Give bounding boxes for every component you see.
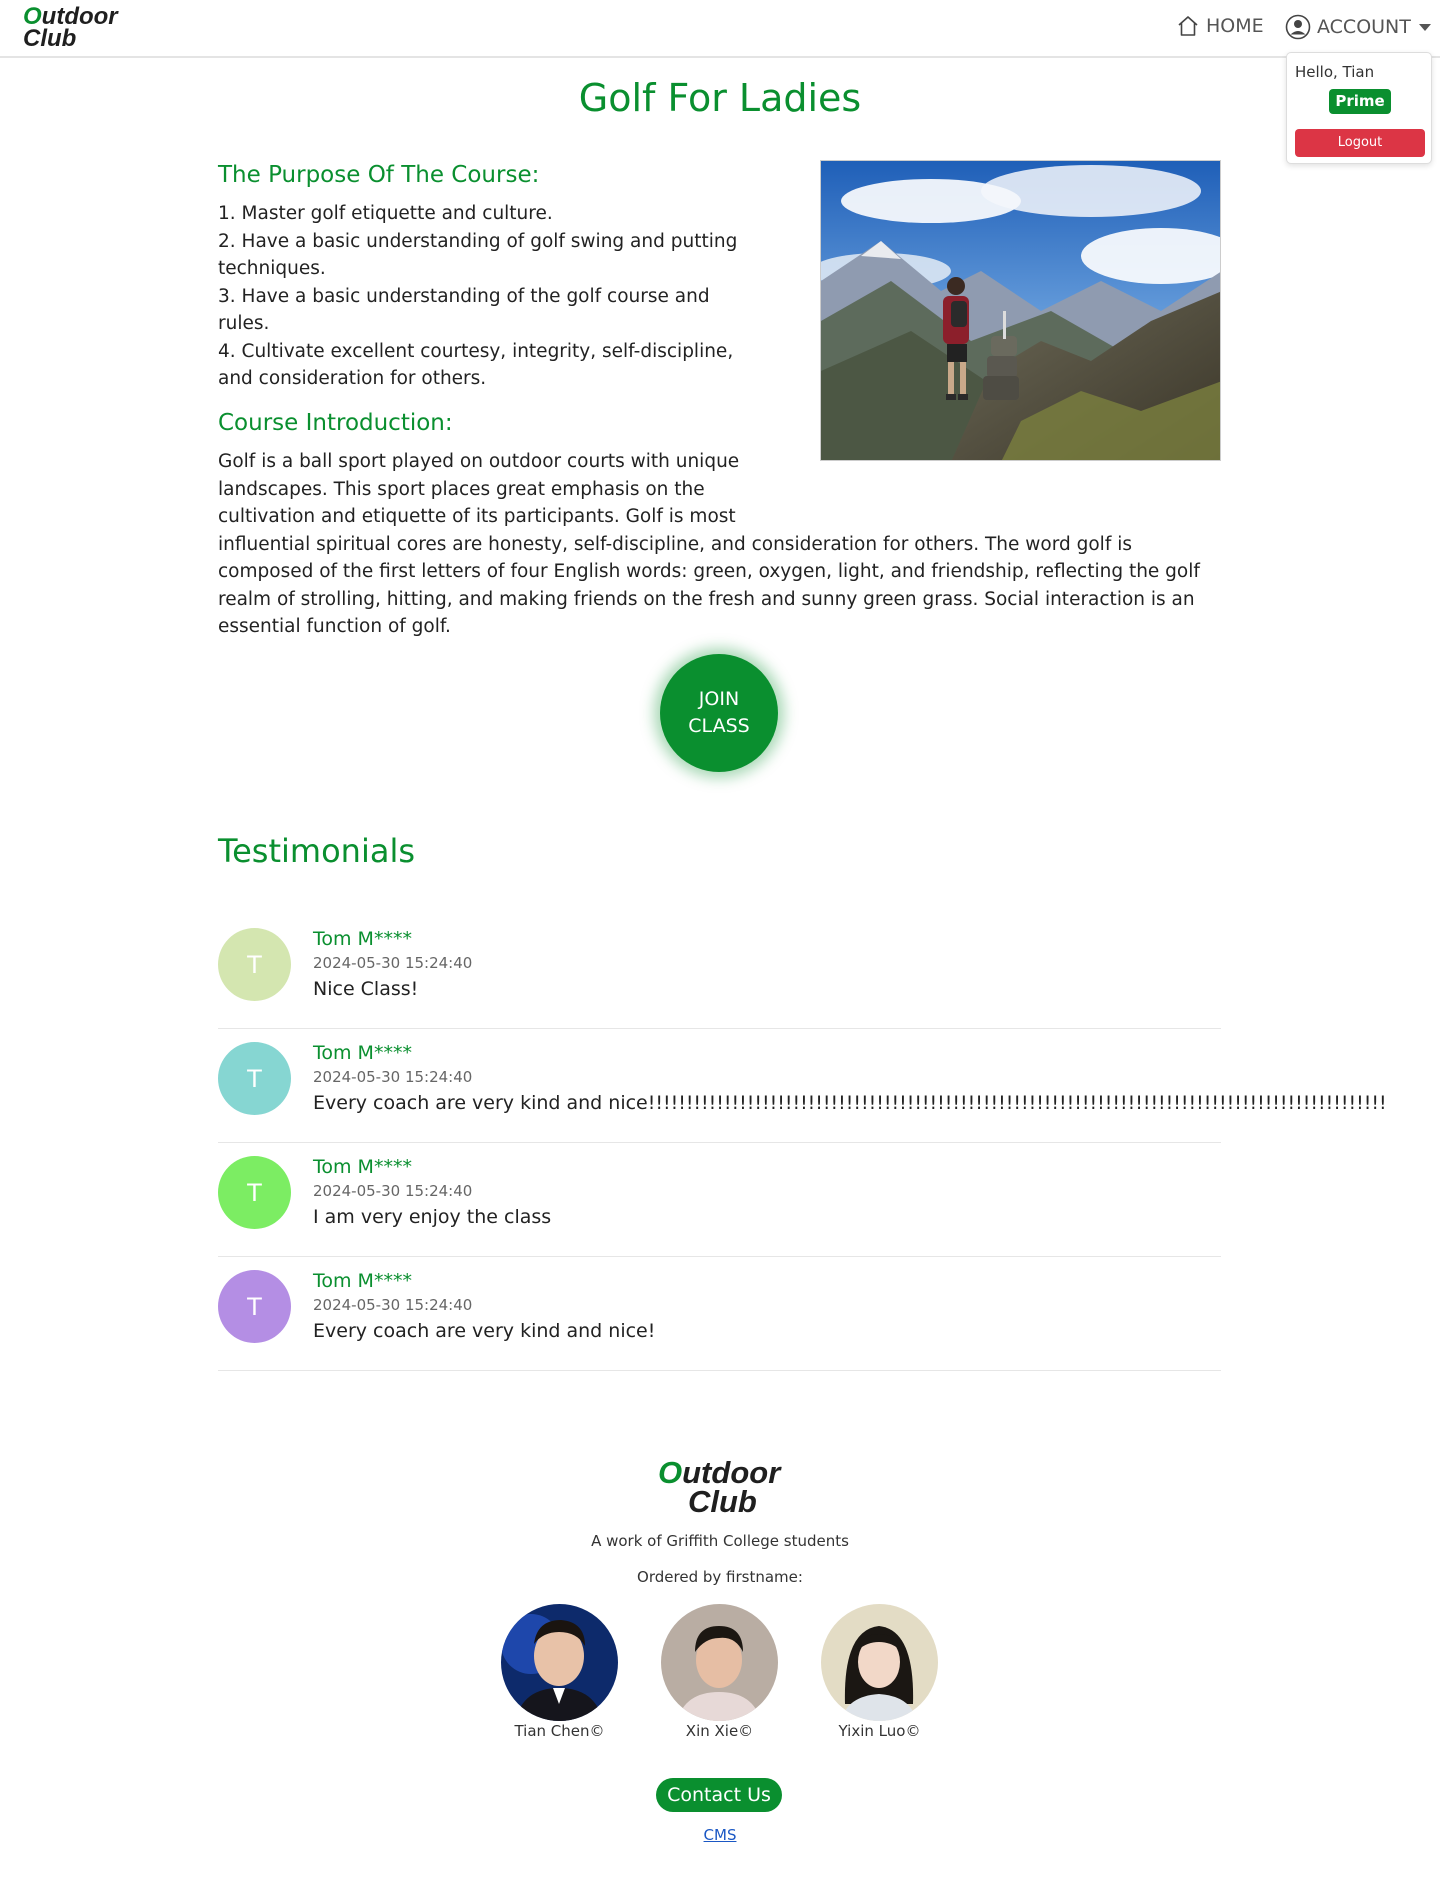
review-text: I am very enjoy the class xyxy=(313,1206,552,1228)
join-button-line2: CLASS xyxy=(688,715,750,737)
review-date: 2024-05-30 15:24:40 xyxy=(313,1182,473,1200)
footer-logo-line2-text: Club xyxy=(688,1484,757,1519)
reviewer-avatar: T xyxy=(218,1042,291,1115)
review-date: 2024-05-30 15:24:40 xyxy=(313,1296,473,1314)
team-member: Tian Chen© xyxy=(501,1604,618,1740)
caret-down-icon xyxy=(1418,23,1431,31)
contact-us-button[interactable]: Contact Us xyxy=(656,1778,782,1812)
join-class-button[interactable]: JOIN CLASS xyxy=(660,654,778,772)
member-name: Yixin Luo© xyxy=(838,1722,921,1740)
join-button-line1: JOIN xyxy=(698,688,740,710)
member-photo xyxy=(501,1604,618,1721)
reviewer-avatar: T xyxy=(218,1270,291,1343)
reviewer-avatar: T xyxy=(218,1156,291,1229)
review-date: 2024-05-30 15:24:40 xyxy=(313,1068,473,1086)
member-photo xyxy=(661,1604,778,1721)
member-name: Xin Xie© xyxy=(685,1722,754,1740)
introduction-heading: Course Introduction: xyxy=(218,410,453,436)
member-photo xyxy=(821,1604,938,1721)
user-circle-icon xyxy=(1285,14,1311,40)
team-member: Yixin Luo© xyxy=(821,1604,938,1740)
testimonials-title: Testimonials xyxy=(218,832,415,870)
logo-line2-text: Club xyxy=(23,25,77,52)
purpose-list: 1. Master golf etiquette and culture. 2.… xyxy=(218,200,758,393)
nav-home-label: HOME xyxy=(1206,15,1264,37)
review-text: Every coach are very kind and nice!!!!!!… xyxy=(313,1092,1387,1114)
footer-ordered-by: Ordered by firstname: xyxy=(637,1568,803,1586)
reviewer-name: Tom M**** xyxy=(313,1042,412,1064)
member-name: Tian Chen© xyxy=(514,1722,605,1740)
purpose-item: 3. Have a basic understanding of the gol… xyxy=(218,285,710,335)
testimonial-item: T Tom M**** 2024-05-30 15:24:40 Every coach… xyxy=(218,1258,1221,1371)
nav-account-label: ACCOUNT xyxy=(1317,16,1411,38)
purpose-item: 1. Master golf etiquette and culture. xyxy=(218,203,553,224)
image-float-spacer xyxy=(778,448,1218,508)
page-title: Golf For Ladies xyxy=(578,76,862,120)
footer-logo-letter-o: O xyxy=(658,1455,683,1490)
top-navbar: Outdoor Club HOME ACCOUNT xyxy=(0,0,1440,58)
review-date: 2024-05-30 15:24:40 xyxy=(313,954,473,972)
introduction-text-block: Golf is a ball sport played on outdoor c… xyxy=(218,448,1218,641)
review-text: Nice Class! xyxy=(313,978,419,1000)
purpose-item: 2. Have a basic understanding of golf sw… xyxy=(218,230,738,280)
footer-logo: Outdoor Club xyxy=(658,1455,780,1519)
team-member: Xin Xie© xyxy=(661,1604,778,1740)
reviewer-avatar: T xyxy=(218,928,291,1001)
testimonial-item: T Tom M**** 2024-05-30 15:24:40 Every coach… xyxy=(218,1030,1387,1143)
footer-tagline: A work of Griffith College students xyxy=(591,1532,849,1550)
house-icon xyxy=(1176,14,1200,38)
nav-home-link[interactable]: HOME xyxy=(1176,14,1264,38)
site-logo[interactable]: Outdoor Club xyxy=(23,5,118,52)
nav-account-toggle[interactable]: ACCOUNT xyxy=(1285,14,1431,40)
cms-link[interactable]: CMS xyxy=(0,1826,1440,1844)
reviewer-name: Tom M**** xyxy=(313,1270,412,1292)
reviewer-name: Tom M**** xyxy=(313,1156,412,1178)
testimonial-item: T Tom M**** 2024-05-30 15:24:40 Nice Class! xyxy=(218,916,1221,1029)
reviewer-name: Tom M**** xyxy=(313,928,412,950)
purpose-heading: The Purpose Of The Course: xyxy=(218,162,540,188)
logout-button[interactable]: Logout xyxy=(1295,129,1425,157)
testimonial-item: T Tom M**** 2024-05-30 15:24:40 I am very e… xyxy=(218,1144,1221,1257)
review-text: Every coach are very kind and nice! xyxy=(313,1320,656,1342)
purpose-item: 4. Cultivate excellent courtesy, integri… xyxy=(218,340,734,390)
course-hero-image xyxy=(820,160,1221,461)
